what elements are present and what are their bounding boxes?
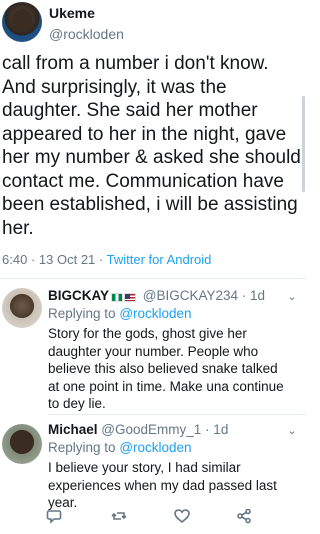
like-icon[interactable]: [174, 508, 194, 528]
action-bar: [0, 508, 306, 530]
replying-prefix: Replying to: [48, 440, 116, 455]
display-name[interactable]: Ukeme: [49, 5, 95, 21]
tweet-date: 13 Oct 21: [38, 252, 96, 267]
user-handle[interactable]: @BIGCKAY234: [143, 288, 238, 303]
display-name[interactable]: Michael: [48, 422, 98, 437]
avatar[interactable]: [2, 424, 42, 464]
reply-text: I believe your story, I had similar expe…: [48, 460, 277, 510]
reply-tweet[interactable]: Michael @GoodEmmy_1 · 1d ⌄ Replying to @…: [0, 420, 306, 510]
reply-age: · 1d: [241, 288, 266, 303]
mention-link[interactable]: @rockloden: [119, 306, 191, 321]
flag-nigeria-icon: [111, 292, 124, 302]
tweet-text: call from a number i don't know. And sur…: [2, 53, 301, 239]
source-app-link[interactable]: Twitter for Android: [107, 252, 212, 267]
chevron-down-icon[interactable]: ⌄: [286, 292, 298, 303]
user-handle[interactable]: @rockloden: [49, 26, 124, 42]
display-name[interactable]: BIGCKAY: [48, 288, 109, 303]
reply-name-line: BIGCKAY @BIGCKAY234 · 1d: [48, 288, 265, 304]
share-icon[interactable]: [236, 508, 256, 528]
divider: [48, 414, 306, 415]
avatar[interactable]: [2, 288, 42, 328]
tweet-time: 6:40: [2, 252, 28, 267]
meta-separator: ·: [98, 252, 104, 267]
user-handle[interactable]: @GoodEmmy_1: [101, 422, 201, 437]
retweet-icon[interactable]: [111, 508, 131, 528]
reply-text: Story for the gods, ghost give her daugh…: [48, 326, 284, 411]
meta-separator: ·: [30, 252, 36, 267]
reply-age: · 1d: [205, 422, 229, 437]
replying-prefix: Replying to: [48, 306, 116, 321]
flags: [111, 289, 137, 304]
reply-tweet[interactable]: BIGCKAY @BIGCKAY234 · 1d ⌄ Replying to @…: [0, 286, 306, 414]
chevron-down-icon[interactable]: ⌄: [286, 426, 298, 437]
replying-to: Replying to @rockloden: [48, 440, 192, 455]
reply-icon[interactable]: [46, 508, 66, 528]
reply-name-line: Michael @GoodEmmy_1 · 1d: [48, 422, 228, 437]
flag-usa-icon: [124, 292, 137, 302]
scrollbar[interactable]: [302, 96, 305, 192]
mention-link[interactable]: @rockloden: [119, 440, 191, 455]
divider: [0, 278, 306, 279]
avatar[interactable]: [2, 2, 42, 42]
tweet-header: Ukeme @rockloden: [0, 0, 306, 50]
tweet-meta: 6:40 · 13 Oct 21 · Twitter for Android: [2, 252, 211, 267]
replying-to: Replying to @rockloden: [48, 306, 192, 321]
